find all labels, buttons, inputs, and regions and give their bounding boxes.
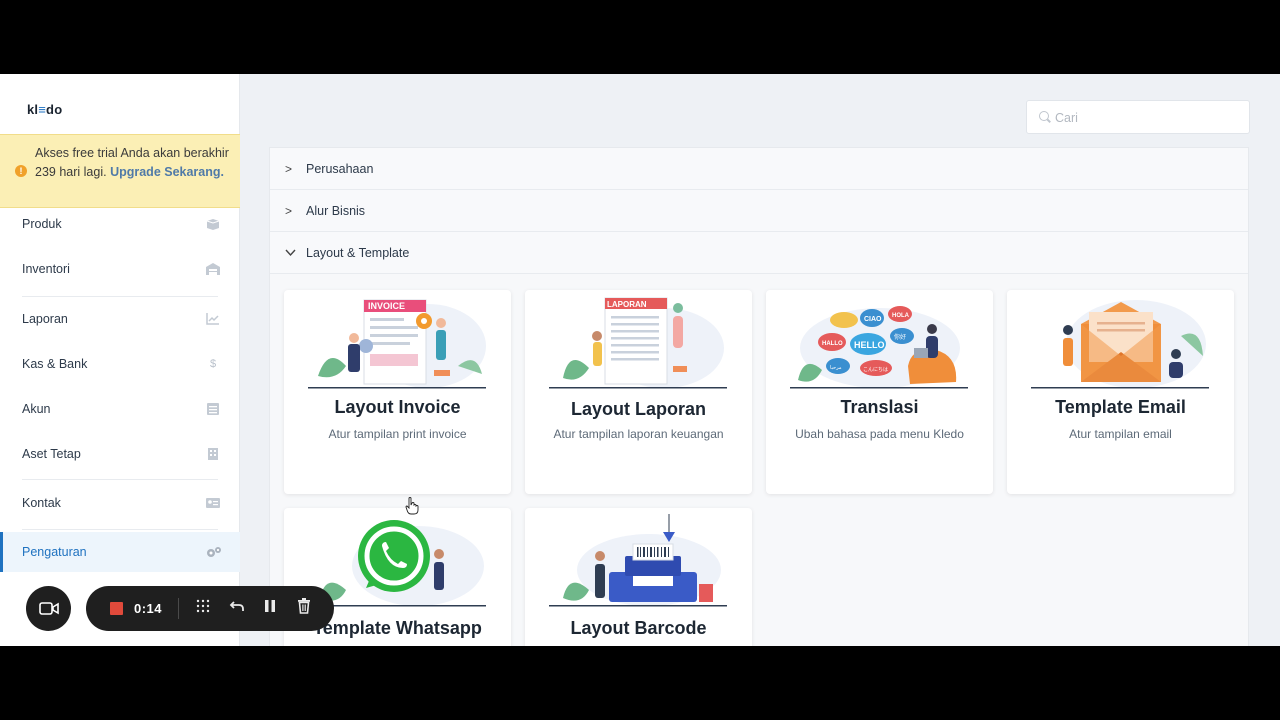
divider xyxy=(22,529,218,530)
divider xyxy=(22,296,218,297)
card-description: Atur tampilan laporan keuangan xyxy=(553,427,724,441)
search-box xyxy=(1026,100,1250,134)
divider xyxy=(22,479,218,480)
bubble-konnichiwa: こんにちは xyxy=(863,367,888,373)
undo-icon xyxy=(229,601,244,611)
bubble-hallo: HALLO xyxy=(822,341,843,347)
sidebar: kl≡do ! Akses free trial Anda akan berak… xyxy=(0,74,240,646)
logo-text-end: do xyxy=(46,102,63,117)
sidebar-item-label: Kontak xyxy=(22,496,61,510)
section-alur-bisnis[interactable]: > Alur Bisnis xyxy=(270,190,1248,232)
pause-icon xyxy=(265,600,275,612)
search-input[interactable] xyxy=(1055,108,1235,128)
trial-notice: ! Akses free trial Anda akan berakhir 23… xyxy=(0,134,240,208)
stop-recording-button[interactable] xyxy=(110,602,123,615)
bubble-hola: HOLA xyxy=(892,313,910,319)
sidebar-item-label: Inventori xyxy=(22,262,70,276)
chevron-right-icon: > xyxy=(285,162,293,176)
delete-recording-button[interactable] xyxy=(294,598,314,618)
sidebar-item-label: Laporan xyxy=(22,312,68,326)
bubble-hello: HELLO xyxy=(854,340,885,350)
barcode-printer-illustration xyxy=(549,514,727,607)
sidebar-item-kontak[interactable]: Kontak xyxy=(0,483,240,523)
warehouse-icon xyxy=(206,263,220,275)
section-label: Perusahaan xyxy=(306,162,374,176)
sidebar-item-produk[interactable]: Produk xyxy=(0,204,240,244)
bubble-nihao: 你好 xyxy=(894,333,906,341)
recording-timer: 0:14 xyxy=(134,601,163,616)
invoice-illustration: INVOICE xyxy=(308,299,486,389)
sidebar-item-aset-tetap[interactable]: Aset Tetap xyxy=(0,434,240,474)
divider xyxy=(178,598,179,619)
section-label: Alur Bisnis xyxy=(306,204,366,218)
settings-accordion: > Perusahaan > Alur Bisnis Layout & Temp… xyxy=(269,147,1249,646)
restart-button[interactable] xyxy=(227,598,247,618)
card-description: Atur tampilan email xyxy=(1069,427,1172,441)
card-description: Ubah bahasa pada menu Kledo xyxy=(795,427,964,441)
section-label: Layout & Template xyxy=(306,246,410,260)
sidebar-item-kas-bank[interactable]: Kas & Bank $ xyxy=(0,344,240,384)
card-description: Atur tampilan print invoice xyxy=(328,427,467,441)
section-layout-template[interactable]: Layout & Template xyxy=(270,232,1248,274)
contact-card-icon xyxy=(206,497,220,509)
sidebar-item-pengaturan[interactable]: Pengaturan xyxy=(0,532,240,572)
box-icon xyxy=(206,218,220,230)
list-icon xyxy=(206,403,220,415)
bubble-ciao: CIAO xyxy=(864,316,882,323)
sidebar-item-label: Kas & Bank xyxy=(22,357,88,371)
sidebar-item-label: Aset Tetap xyxy=(22,447,81,461)
camera-toggle-button[interactable] xyxy=(26,586,71,631)
card-title: Translasi xyxy=(840,397,919,417)
card-layout-barcode[interactable]: Layout Barcode xyxy=(525,508,752,646)
report-banner-text: LAPORAN xyxy=(607,300,647,309)
card-title: Layout Laporan xyxy=(570,399,706,419)
drawing-tools-button[interactable] xyxy=(193,598,213,618)
dollar-icon: $ xyxy=(209,358,217,370)
warning-icon: ! xyxy=(15,165,27,177)
sidebar-item-laporan[interactable]: Laporan xyxy=(0,299,240,339)
card-title: Layout Barcode xyxy=(570,618,707,638)
invoice-banner-text: INVOICE xyxy=(368,301,405,311)
section-perusahaan[interactable]: > Perusahaan xyxy=(270,148,1248,190)
pause-button[interactable] xyxy=(260,598,280,618)
card-translasi[interactable]: CIAO HOLA HALLO HELLO 你好 مرحبا こんにちは Tra… xyxy=(766,290,993,494)
gears-icon xyxy=(206,546,221,558)
sidebar-item-akun[interactable]: Akun xyxy=(0,389,240,429)
card-title: Layout Invoice xyxy=(334,397,461,417)
card-layout-laporan[interactable]: LAPORAN Layout Laporan Atur tampilan lap… xyxy=(525,290,752,494)
app-window: kl≡do ! Akses free trial Anda akan berak… xyxy=(0,74,1280,646)
sidebar-item-label: Akun xyxy=(22,402,51,416)
sidebar-item-inventori[interactable]: Inventori xyxy=(0,249,240,289)
card-title: Template Email xyxy=(1055,397,1186,417)
speech-bubbles-illustration: CIAO HOLA HALLO HELLO 你好 مرحبا こんにちは xyxy=(790,306,968,389)
video-camera-icon xyxy=(39,602,59,615)
grid-dots-icon xyxy=(196,599,210,613)
layout-template-panel: INVOICE Layout Invoice Atur tampilan pri… xyxy=(270,274,1248,646)
hand-cursor-icon xyxy=(405,497,419,515)
sidebar-item-label: Pengaturan xyxy=(22,545,87,559)
whatsapp-illustration xyxy=(308,520,486,607)
envelope-illustration xyxy=(1031,300,1209,389)
sidebar-item-label: Produk xyxy=(22,217,62,231)
trash-icon xyxy=(298,598,310,614)
logo-text: kl xyxy=(27,102,39,117)
report-illustration: LAPORAN xyxy=(549,297,727,389)
search-icon xyxy=(1039,111,1049,121)
building-icon xyxy=(206,448,220,460)
card-layout-invoice[interactable]: INVOICE Layout Invoice Atur tampilan pri… xyxy=(284,290,511,494)
chevron-right-icon: > xyxy=(285,204,293,218)
bubble-marhaba: مرحبا xyxy=(830,365,842,371)
chart-icon xyxy=(206,313,220,325)
kledo-logo[interactable]: kl≡do xyxy=(27,102,62,117)
logo-accent: ≡ xyxy=(38,102,47,117)
upgrade-link[interactable]: Upgrade Sekarang. xyxy=(110,165,224,179)
card-template-email[interactable]: Template Email Atur tampilan email xyxy=(1007,290,1234,494)
recording-toolbar: 0:14 xyxy=(86,586,334,631)
